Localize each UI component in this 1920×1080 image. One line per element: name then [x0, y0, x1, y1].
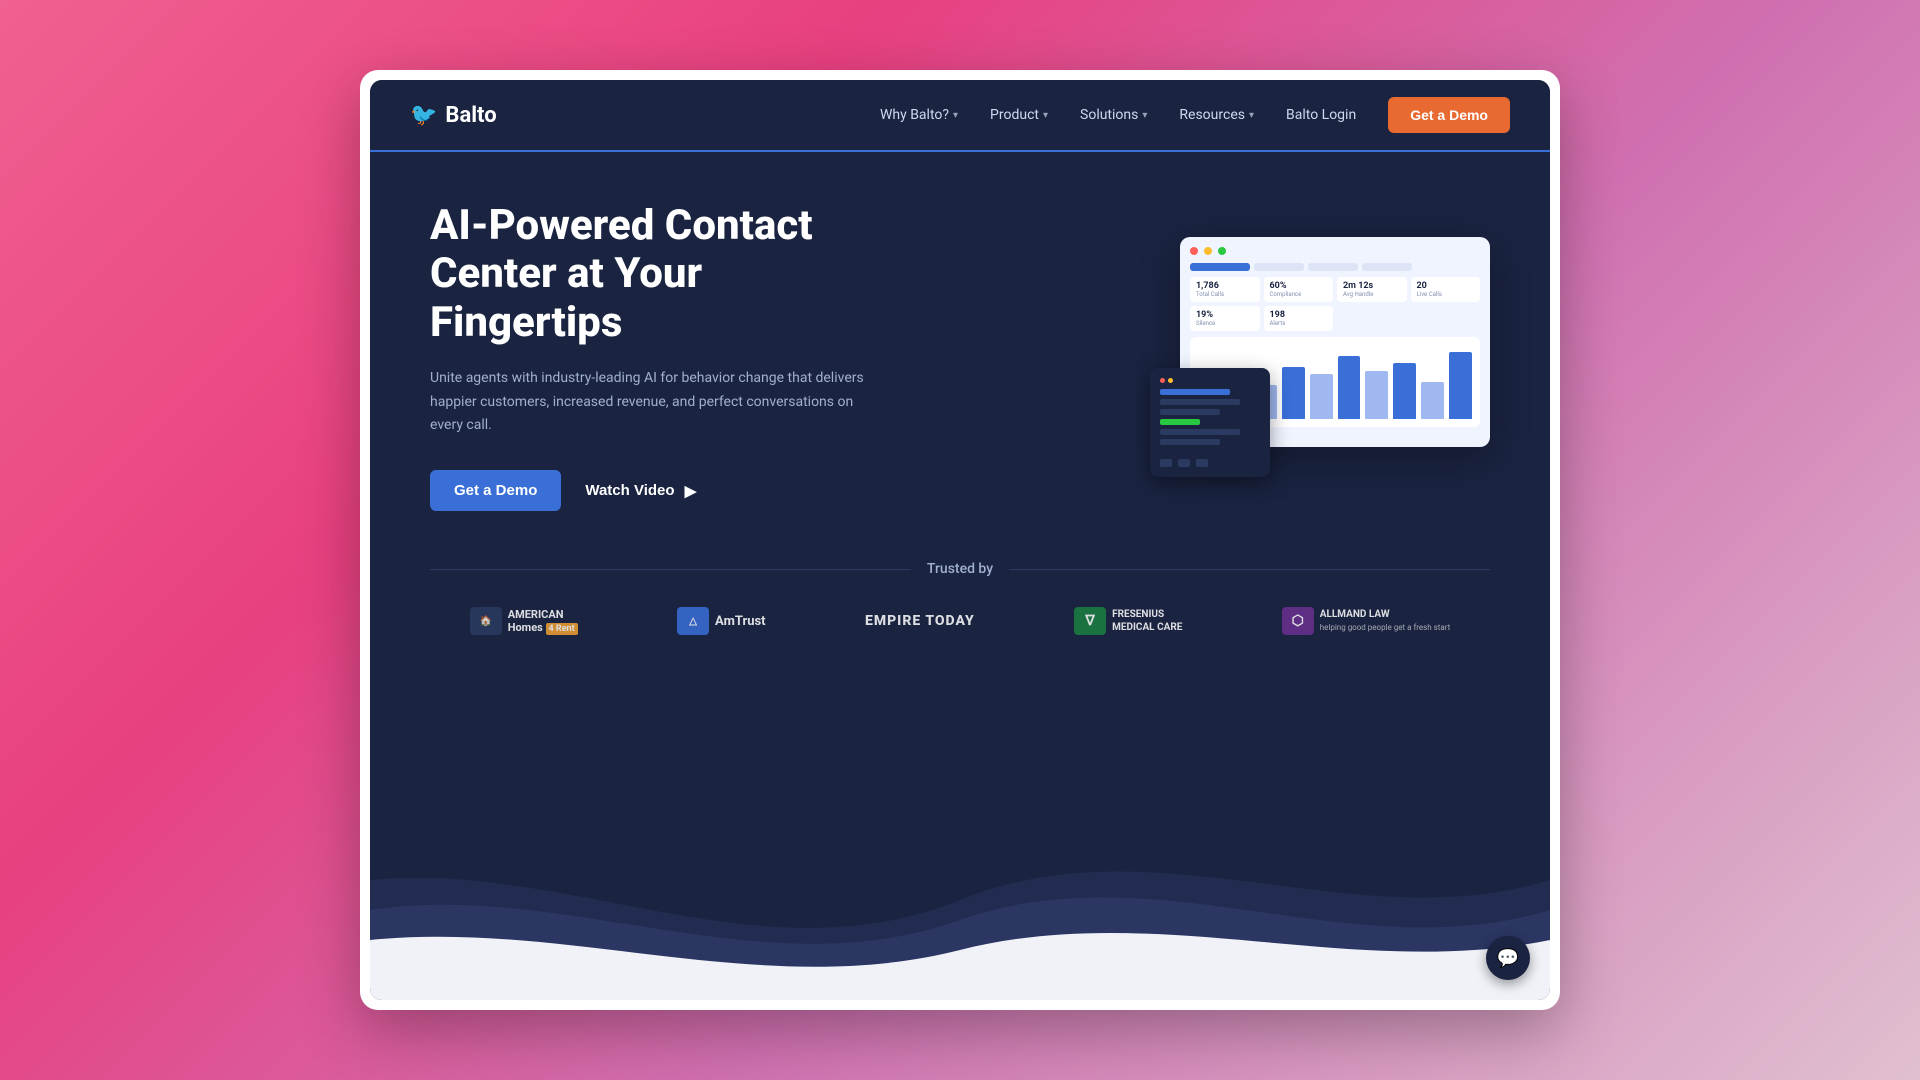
hero-dashboard-image: 1,786 Total Calls 60% Compliance 2m 12s … [1150, 237, 1490, 477]
logo-allmand-law: ⬡ ALLMAND LAWhelping good people get a f… [1282, 607, 1450, 635]
hero-section: AI-Powered Contact Center at Your Finger… [370, 152, 1550, 551]
nav-why-balto[interactable]: Why Balto? ▾ [880, 107, 958, 123]
dashboard-mobile-panel [1150, 368, 1270, 477]
american-homes-label: AMERICANHomes 4 Rent [508, 608, 578, 634]
stat-handle: 2m 12s Avg Handle [1337, 277, 1407, 302]
wave-decoration [370, 820, 1550, 1000]
mobile-icon [1196, 459, 1208, 467]
trusted-label: Trusted by [430, 561, 1490, 577]
stat-silence: 19% Silence [1190, 306, 1260, 331]
dash-tab-active [1190, 263, 1250, 271]
dash-tab [1254, 263, 1304, 271]
outer-frame: 🐦 Balto Why Balto? ▾ Product ▾ Solutions… [360, 70, 1560, 1010]
stat-total-calls: 1,786 Total Calls [1190, 277, 1260, 302]
min-dot [1168, 378, 1173, 383]
amtrust-icon: △ [677, 607, 709, 635]
chat-button[interactable]: 💬 [1486, 936, 1530, 980]
trusted-text: Trusted by [927, 561, 993, 577]
inner-frame: 🐦 Balto Why Balto? ▾ Product ▾ Solutions… [370, 80, 1550, 1000]
hero-content: AI-Powered Contact Center at Your Finger… [430, 202, 870, 511]
stat-live: 20 Live Calls [1411, 277, 1481, 302]
nav-product[interactable]: Product ▾ [990, 107, 1048, 123]
hero-get-demo-button[interactable]: Get a Demo [430, 470, 561, 511]
logo-fresenius: ∇ FRESENIUSMEDICAL CARE [1074, 607, 1182, 635]
logo-text: Balto [445, 103, 496, 128]
dash-tab [1308, 263, 1358, 271]
empire-today-label: EMPIRE TODAY [865, 613, 975, 629]
nav-links: Why Balto? ▾ Product ▾ Solutions ▾ Resou… [880, 97, 1510, 133]
nav-get-demo-button[interactable]: Get a Demo [1388, 97, 1510, 133]
mobile-icon [1160, 459, 1172, 467]
fresenius-label: FRESENIUSMEDICAL CARE [1112, 608, 1182, 634]
allmand-label: ALLMAND LAWhelping good people get a fre… [1320, 608, 1450, 634]
watch-video-label: Watch Video [585, 482, 674, 499]
hero-subtitle: Unite agents with industry-leading AI fo… [430, 367, 870, 438]
logo-icon: 🐦 [410, 103, 437, 128]
trusted-line-right [1009, 569, 1490, 570]
maximize-dot [1218, 247, 1226, 255]
stat-alerts: 198 Alerts [1264, 306, 1334, 331]
close-dot [1160, 378, 1165, 383]
hero-title: AI-Powered Contact Center at Your Finger… [430, 202, 870, 347]
navbar: 🐦 Balto Why Balto? ▾ Product ▾ Solutions… [370, 80, 1550, 152]
hero-buttons: Get a Demo Watch Video ▶ [430, 470, 870, 511]
mobile-line [1160, 419, 1200, 425]
partner-logos: 🏠 AMERICANHomes 4 Rent △ AmTrust EMPIRE … [430, 607, 1490, 635]
mobile-line [1160, 439, 1220, 445]
mobile-line [1160, 429, 1240, 435]
mobile-line [1160, 409, 1220, 415]
dash-tab [1362, 263, 1412, 271]
trusted-section: Trusted by 🏠 AMERICANHomes 4 Rent △ AmTr… [370, 551, 1550, 655]
nav-solutions[interactable]: Solutions ▾ [1080, 107, 1147, 123]
trusted-line-left [430, 569, 911, 570]
allmand-icon: ⬡ [1282, 607, 1314, 635]
fresenius-icon: ∇ [1074, 607, 1106, 635]
chevron-icon: ▾ [953, 110, 958, 121]
logo-amtrust: △ AmTrust [677, 607, 766, 635]
mobile-line [1160, 399, 1240, 405]
logo-american-homes: 🏠 AMERICANHomes 4 Rent [470, 607, 578, 635]
stat-script: 60% Compliance [1264, 277, 1334, 302]
minimize-dot [1204, 247, 1212, 255]
play-icon: ▶ [683, 483, 699, 499]
logo[interactable]: 🐦 Balto [410, 103, 497, 128]
american-homes-icon: 🏠 [470, 607, 502, 635]
nav-login[interactable]: Balto Login [1286, 107, 1356, 123]
chevron-icon: ▾ [1043, 110, 1048, 121]
mobile-icon [1178, 459, 1190, 467]
logo-empire-today: EMPIRE TODAY [865, 613, 975, 629]
close-dot [1190, 247, 1198, 255]
amtrust-label: AmTrust [715, 614, 766, 629]
nav-resources[interactable]: Resources ▾ [1179, 107, 1254, 123]
chevron-icon: ▾ [1142, 110, 1147, 121]
chat-icon: 💬 [1497, 948, 1519, 969]
mobile-line [1160, 389, 1230, 395]
wave-footer: 💬 [370, 655, 1550, 1000]
hero-watch-video-button[interactable]: Watch Video ▶ [585, 482, 698, 499]
chevron-icon: ▾ [1249, 110, 1254, 121]
